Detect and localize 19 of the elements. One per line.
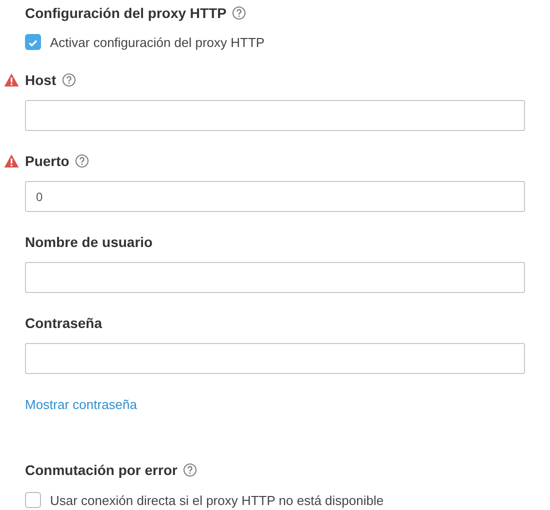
help-icon[interactable]: [75, 154, 90, 168]
input-field[interactable]: [25, 262, 525, 293]
field-label: Nombre de usuario: [25, 234, 153, 250]
checkbox-label: Activar configuración del proxy HTTP: [50, 34, 265, 50]
input-field[interactable]: [25, 100, 525, 131]
field-label: Contraseña: [25, 315, 102, 331]
field-label: Puerto: [25, 153, 70, 169]
checkbox[interactable]: [25, 34, 41, 50]
help-icon[interactable]: [232, 6, 246, 20]
checkbox[interactable]: [25, 492, 41, 508]
help-icon[interactable]: [62, 73, 76, 87]
help-icon[interactable]: [183, 463, 198, 477]
input-field[interactable]: [25, 343, 525, 374]
input-field[interactable]: 0: [25, 181, 525, 212]
section-title: Conmutación por error: [25, 462, 178, 478]
field-label: Host: [25, 72, 56, 88]
show-password-link[interactable]: Mostrar contraseña: [25, 396, 137, 414]
section-title: Configuración del proxy HTTP: [25, 5, 226, 21]
checkbox-label: Usar conexión directa si el proxy HTTP no está disponible: [50, 492, 384, 508]
